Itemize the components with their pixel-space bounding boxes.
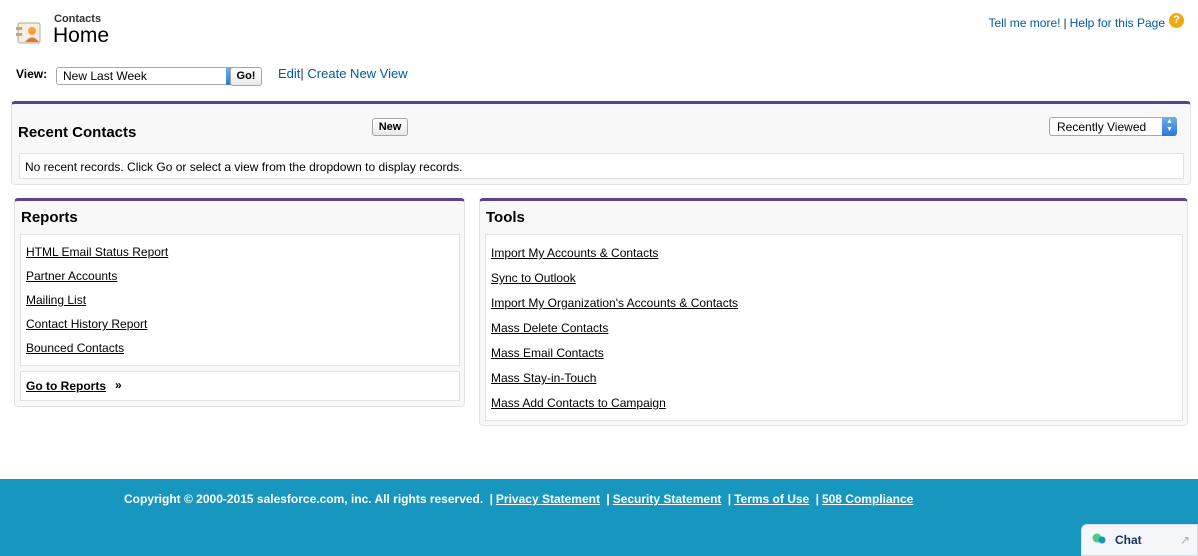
chat-bubble-icon	[1092, 533, 1106, 545]
recent-contacts-title: Recent Contacts	[18, 124, 137, 141]
go-to-reports-link[interactable]: Go to Reports	[26, 379, 106, 393]
reports-footer: Go to Reports »	[20, 371, 460, 401]
recent-filter-value: Recently Viewed	[1057, 120, 1147, 134]
chat-widget[interactable]: Chat ↗	[1081, 524, 1198, 556]
select-arrows-icon: ▲▼	[1162, 117, 1177, 136]
tools-panel: Tools Import My Accounts & Contacts Sync…	[479, 198, 1188, 426]
tools-list: Import My Accounts & Contacts Sync to Ou…	[485, 234, 1183, 421]
privacy-statement-link[interactable]: Privacy Statement	[496, 492, 600, 506]
report-link[interactable]: HTML Email Status Report	[26, 245, 168, 259]
page-header: Contacts Home Tell me more! | Help for thi…	[0, 0, 1198, 60]
reports-list: HTML Email Status Report Partner Account…	[20, 234, 460, 366]
report-link[interactable]: Partner Accounts	[26, 269, 117, 283]
view-select-value: New Last Week	[63, 69, 147, 83]
view-links-separator: |	[300, 66, 304, 81]
tool-link[interactable]: Sync to Outlook	[491, 271, 576, 285]
tool-link[interactable]: Mass Add Contacts to Campaign	[491, 396, 666, 410]
double-chevron-icon: »	[115, 378, 122, 392]
footer-separator: |	[815, 492, 819, 506]
tool-link[interactable]: Mass Stay-in-Touch	[491, 371, 596, 385]
view-bar: View: New Last Week ▲▼ Go! Edit| Create …	[16, 66, 616, 88]
tool-link[interactable]: Mass Delete Contacts	[491, 321, 608, 335]
copyright-text: Copyright © 2000-2015 salesforce.com, in…	[124, 492, 484, 506]
view-label: View:	[16, 67, 48, 81]
reports-title: Reports	[21, 209, 78, 226]
view-select[interactable]: New Last Week ▲▼	[56, 67, 241, 85]
page-title: Home	[53, 24, 110, 47]
security-statement-link[interactable]: Security Statement	[613, 492, 722, 506]
tell-me-more-link[interactable]: Tell me more!	[988, 16, 1060, 30]
report-link[interactable]: Mailing List	[26, 293, 86, 307]
report-link[interactable]: Bounced Contacts	[26, 341, 124, 355]
reports-panel: Reports HTML Email Status Report Partner…	[14, 198, 465, 407]
508-compliance-link[interactable]: 508 Compliance	[822, 492, 913, 506]
tool-link[interactable]: Import My Organization's Accounts & Cont…	[491, 296, 738, 310]
recent-contacts-panel: Recent Contacts New Recently Viewed ▲ ▼ N…	[11, 101, 1191, 185]
contacts-card-icon	[15, 18, 45, 48]
tools-title: Tools	[486, 209, 525, 226]
footer-text: Copyright © 2000-2015 salesforce.com, in…	[124, 492, 913, 506]
help-links: Tell me more! | Help for this Page	[988, 16, 1165, 30]
tool-link[interactable]: Mass Email Contacts	[491, 346, 604, 360]
expand-icon[interactable]: ↗	[1180, 533, 1190, 547]
view-links: Edit| Create New View	[278, 66, 408, 81]
help-separator: |	[1063, 16, 1067, 30]
tool-link[interactable]: Import My Accounts & Contacts	[491, 246, 658, 260]
no-records-message: No recent records. Click Go or select a …	[19, 153, 1184, 179]
recent-filter-select[interactable]: Recently Viewed ▲ ▼	[1049, 117, 1177, 136]
go-button[interactable]: Go!	[230, 67, 262, 86]
footer-separator: |	[606, 492, 610, 506]
footer-separator: |	[489, 492, 493, 506]
terms-of-use-link[interactable]: Terms of Use	[734, 492, 809, 506]
page-footer: Copyright © 2000-2015 salesforce.com, in…	[0, 479, 1198, 556]
edit-view-link[interactable]: Edit	[278, 66, 300, 81]
report-link[interactable]: Contact History Report	[26, 317, 147, 331]
footer-separator: |	[727, 492, 732, 506]
new-contact-button[interactable]: New	[372, 118, 408, 136]
chat-label: Chat	[1115, 533, 1142, 547]
help-icon[interactable]: ?	[1169, 13, 1184, 28]
create-new-view-link[interactable]: Create New View	[307, 66, 407, 81]
help-for-page-link[interactable]: Help for this Page	[1070, 16, 1165, 30]
